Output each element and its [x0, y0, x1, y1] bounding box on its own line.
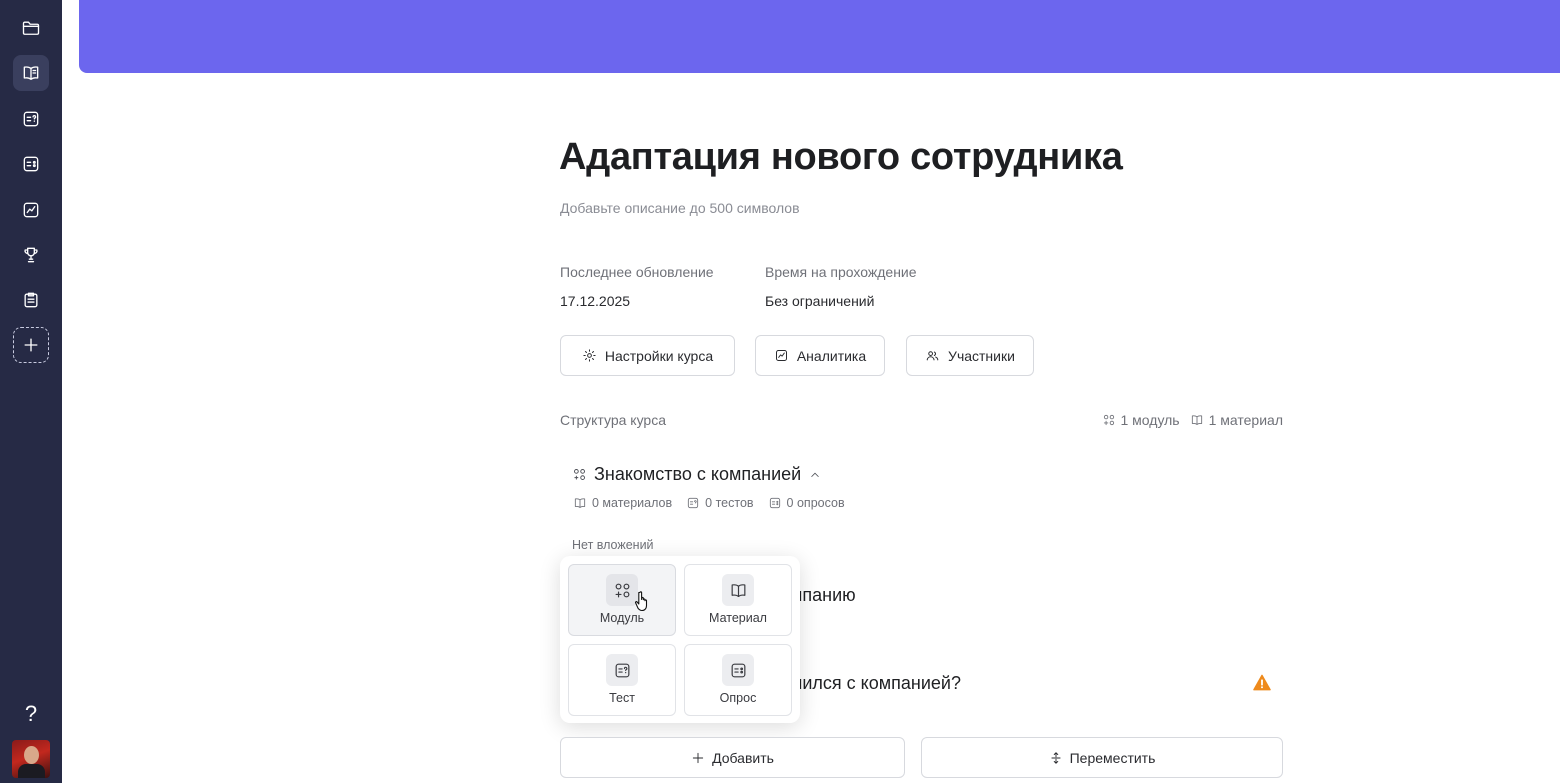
module-icon [615, 583, 629, 597]
modules-count: 1 модуль [1120, 412, 1180, 428]
add-material-label: Материал [709, 611, 767, 625]
updated-label: Последнее обновление [560, 264, 714, 280]
materials-count: 1 материал [1208, 412, 1283, 428]
warning-icon [1253, 674, 1271, 691]
move-vertical-icon [1051, 751, 1061, 764]
add-button[interactable]: Добавить [560, 737, 905, 778]
course-settings-label: Настройки курса [604, 347, 714, 364]
structure-counts: 1 модуль 1 материал [1102, 412, 1283, 428]
book-icon[interactable] [13, 55, 49, 91]
module-empty-note: Нет вложений [572, 538, 654, 552]
module-icon [1103, 414, 1114, 426]
time-value: Без ограничений [765, 293, 875, 309]
test-icon [688, 497, 699, 509]
course-settings-button[interactable]: Настройки курса [560, 335, 735, 376]
move-button[interactable]: Переместить [921, 737, 1283, 778]
add-section-button[interactable] [13, 327, 49, 363]
analytics-button[interactable]: Аналитика [755, 335, 885, 376]
course-title[interactable]: Адаптация нового сотрудника [559, 136, 1123, 179]
module-materials-count: 0 материалов [592, 496, 673, 510]
clipboard-icon[interactable] [13, 282, 49, 318]
analytics-icon[interactable] [13, 192, 49, 228]
book-icon [1191, 415, 1202, 425]
analytics-icon [775, 350, 787, 361]
add-button-label: Добавить [712, 749, 774, 766]
module-tests-count: 0 тестов [705, 496, 754, 510]
participants-button[interactable]: Участники [906, 335, 1034, 376]
survey-icon[interactable] [13, 146, 49, 182]
move-button-label: Переместить [1069, 749, 1156, 766]
module-surveys-count: 0 опросов [786, 496, 845, 510]
time-label: Время на прохождение [765, 264, 917, 280]
gear-icon [583, 349, 596, 362]
add-material-option[interactable]: Материал [684, 564, 792, 636]
book-icon [574, 498, 586, 508]
folder-icon[interactable] [13, 10, 49, 46]
add-test-label: Тест [609, 691, 635, 705]
survey-icon [731, 663, 745, 677]
avatar[interactable] [12, 740, 50, 778]
users-icon [926, 351, 939, 361]
add-item-popup: Модуль Материал Тест Опрос [560, 556, 800, 723]
hand-cursor-icon [635, 591, 648, 612]
module-title: Знакомство с компанией [594, 464, 802, 484]
structure-item-test[interactable]: мился с компанией? [790, 673, 961, 694]
structure-label: Структура курса [560, 412, 667, 428]
add-module-label: Модуль [599, 611, 645, 625]
module-header[interactable]: Знакомство с компанией [572, 464, 822, 485]
chevron-up-icon [811, 472, 819, 477]
add-survey-option[interactable]: Опрос [684, 644, 792, 716]
module-stats: 0 материалов 0 тестов 0 опросов [573, 496, 845, 510]
trophy-icon[interactable] [13, 237, 49, 273]
updated-value: 17.12.2025 [560, 293, 631, 309]
help-button[interactable]: ? [13, 696, 49, 732]
plus-icon [692, 752, 704, 763]
course-description-placeholder[interactable]: Добавьте описание до 500 символов [560, 200, 800, 216]
add-module-option[interactable]: Модуль [568, 564, 676, 636]
plus-icon [24, 338, 38, 352]
add-survey-label: Опрос [719, 691, 757, 705]
book-icon [731, 583, 745, 597]
analytics-label: Аналитика [796, 347, 867, 364]
sidebar: ? [0, 0, 62, 783]
module-icon [574, 469, 585, 480]
test-icon [615, 663, 629, 677]
survey-icon [769, 497, 780, 509]
test-icon[interactable] [13, 101, 49, 137]
add-test-option[interactable]: Тест [568, 644, 676, 716]
course-cover-banner[interactable] [79, 0, 1560, 73]
participants-label: Участники [948, 347, 1015, 364]
